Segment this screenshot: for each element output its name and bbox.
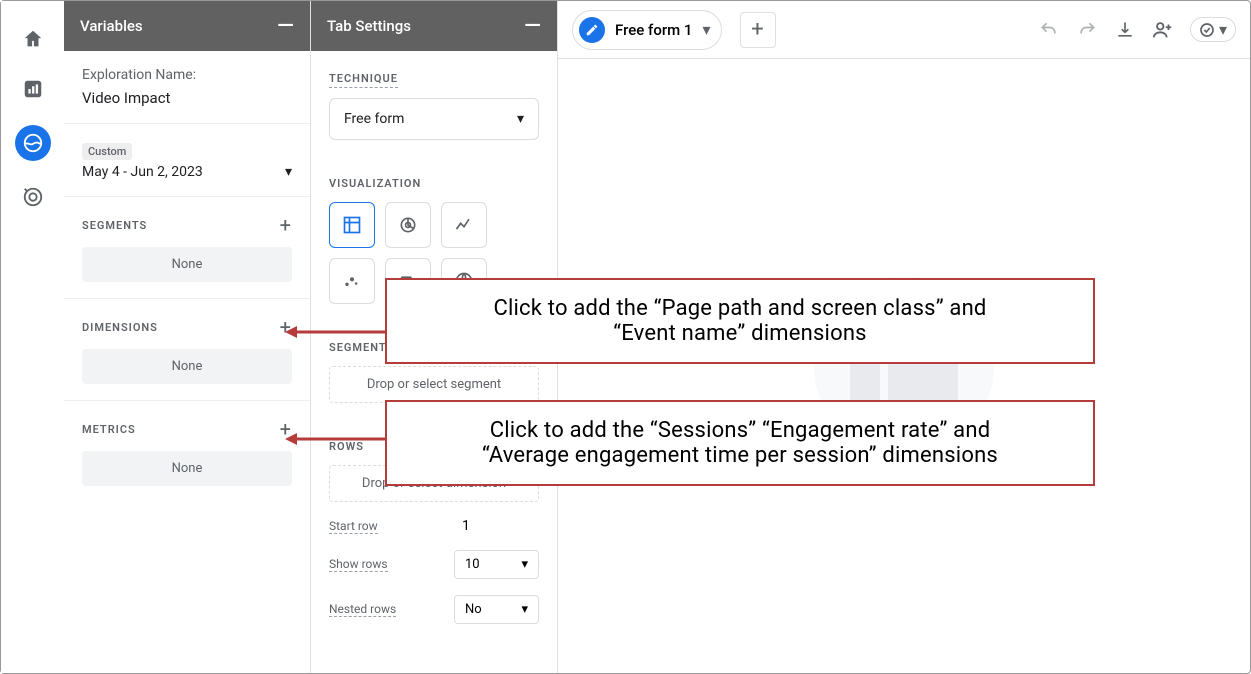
canvas-toolbar: Free form 1 ▾ + ▾ [558, 1, 1250, 59]
caret-down-icon: ▾ [521, 557, 528, 572]
redo-icon[interactable] [1076, 19, 1098, 41]
date-range-value: May 4 - Jun 2, 2023 [82, 164, 203, 180]
canvas-body [558, 59, 1250, 673]
tab-settings-title: Tab Settings [327, 17, 411, 35]
tab-name: Free form 1 [615, 21, 692, 39]
date-range-section[interactable]: Custom May 4 - Jun 2, 2023 ▾ [64, 124, 310, 197]
segment-drop-target[interactable]: Drop or select segment [329, 366, 539, 403]
annotation-metrics: Click to add the “Sessions” “Engagement … [385, 400, 1095, 486]
viz-scatter-icon[interactable] [329, 258, 375, 304]
exploration-name-section: Exploration Name: Video Impact [64, 51, 310, 124]
variables-panel: Variables — Exploration Name: Video Impa… [64, 1, 311, 673]
tab-dropdown-icon[interactable]: ▾ [702, 20, 710, 39]
show-rows-select[interactable]: 10▾ [454, 550, 539, 579]
arrow-to-dimensions [285, 320, 385, 350]
pencil-icon [579, 17, 605, 43]
technique-label: TECHNIQUE [329, 72, 398, 88]
segments-label: SEGMENTS [82, 219, 147, 232]
metrics-empty: None [82, 451, 292, 486]
date-custom-chip: Custom [82, 143, 132, 160]
collapse-variables-icon[interactable]: — [277, 14, 294, 39]
segments-section: SEGMENTS + None [64, 197, 310, 299]
metrics-label: METRICS [82, 423, 136, 436]
start-row-label: Start row [329, 519, 378, 534]
home-icon[interactable] [19, 25, 47, 53]
advertising-icon[interactable] [19, 183, 47, 211]
reports-icon[interactable] [19, 75, 47, 103]
dimensions-section: DIMENSIONS + None [64, 299, 310, 401]
technique-section: TECHNIQUE Free form ▾ [311, 51, 557, 156]
variables-title: Variables [80, 17, 143, 35]
nested-rows-select[interactable]: No▾ [454, 595, 539, 624]
metrics-section: METRICS + None [64, 401, 310, 502]
viz-line-icon[interactable] [441, 202, 487, 248]
viz-table-icon[interactable] [329, 202, 375, 248]
exploration-name-label: Exploration Name: [82, 67, 292, 83]
start-row-value[interactable]: 1 [454, 518, 539, 534]
technique-select[interactable]: Free form ▾ [329, 98, 539, 140]
tab-settings-header: Tab Settings — [311, 1, 557, 51]
exploration-name-value[interactable]: Video Impact [82, 89, 292, 107]
caret-down-icon: ▾ [517, 111, 524, 127]
undo-icon[interactable] [1038, 19, 1060, 41]
show-rows-label: Show rows [329, 557, 388, 572]
dimensions-label: DIMENSIONS [82, 321, 158, 334]
viz-donut-icon[interactable] [385, 202, 431, 248]
segments-empty: None [82, 247, 292, 282]
add-segments-button[interactable]: + [280, 213, 292, 237]
caret-down-icon: ▾ [1219, 20, 1227, 39]
nested-rows-label: Nested rows [329, 602, 396, 617]
share-people-icon[interactable] [1152, 19, 1174, 41]
technique-value: Free form [344, 111, 404, 127]
left-nav-rail [1, 1, 64, 673]
annotation-dimensions: Click to add the “Page path and screen c… [385, 278, 1095, 364]
collapse-tab-settings-icon[interactable]: — [524, 14, 541, 39]
visualization-label: VISUALIZATION [329, 177, 421, 192]
dimensions-empty: None [82, 349, 292, 384]
add-tab-button[interactable]: + [740, 12, 776, 48]
explore-icon[interactable] [15, 125, 51, 161]
caret-down-icon: ▾ [285, 164, 292, 180]
status-pill[interactable]: ▾ [1190, 17, 1236, 42]
caret-down-icon: ▾ [521, 602, 528, 617]
arrow-to-metrics [285, 427, 385, 457]
variables-header: Variables — [64, 1, 310, 51]
active-tab-pill[interactable]: Free form 1 ▾ [572, 10, 722, 50]
download-icon[interactable] [1114, 19, 1136, 41]
